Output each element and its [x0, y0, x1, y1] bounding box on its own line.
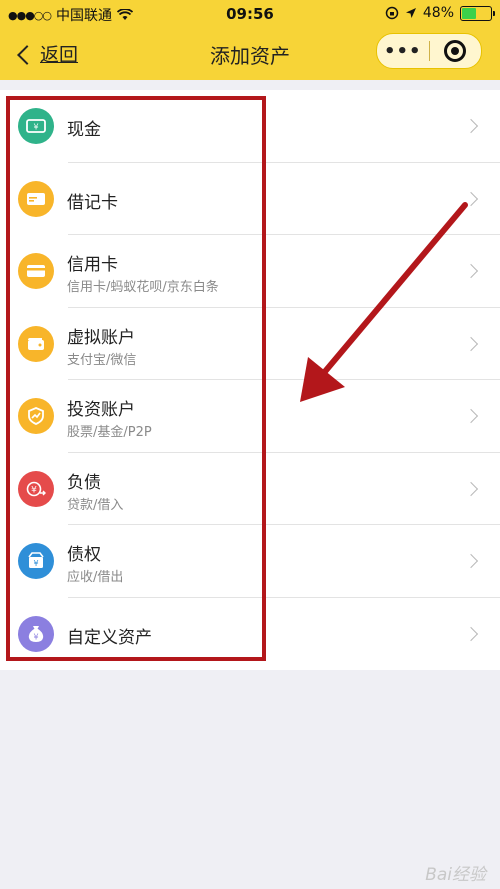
- status-bar: ●●●○○ 中国联通 09:56 48%: [0, 0, 500, 28]
- annotation-arrow-head: [300, 357, 345, 402]
- chevron-right-icon: [463, 553, 479, 569]
- close-miniprogram-button[interactable]: [430, 40, 482, 62]
- location-icon: [405, 8, 416, 18]
- status-right: 48%: [385, 5, 495, 21]
- nav-bar: 返回 添加资产 •••: [0, 28, 500, 80]
- watermark: Bai经验: [425, 865, 486, 885]
- chevron-right-icon: [463, 408, 479, 424]
- target-icon: [444, 40, 467, 62]
- chevron-right-icon: [463, 118, 479, 134]
- battery-icon: [460, 5, 495, 21]
- more-button[interactable]: •••: [377, 41, 429, 62]
- chevron-right-icon: [463, 626, 479, 641]
- annotation-highlight-box: [6, 96, 266, 661]
- battery-percent: 48%: [422, 5, 454, 21]
- chevron-right-icon: [463, 481, 479, 496]
- rotation-lock-icon: [385, 6, 399, 20]
- annotation-arrow-line: [309, 202, 468, 390]
- miniprogram-capsule: •••: [376, 33, 482, 69]
- annotation-arrow: [300, 202, 468, 402]
